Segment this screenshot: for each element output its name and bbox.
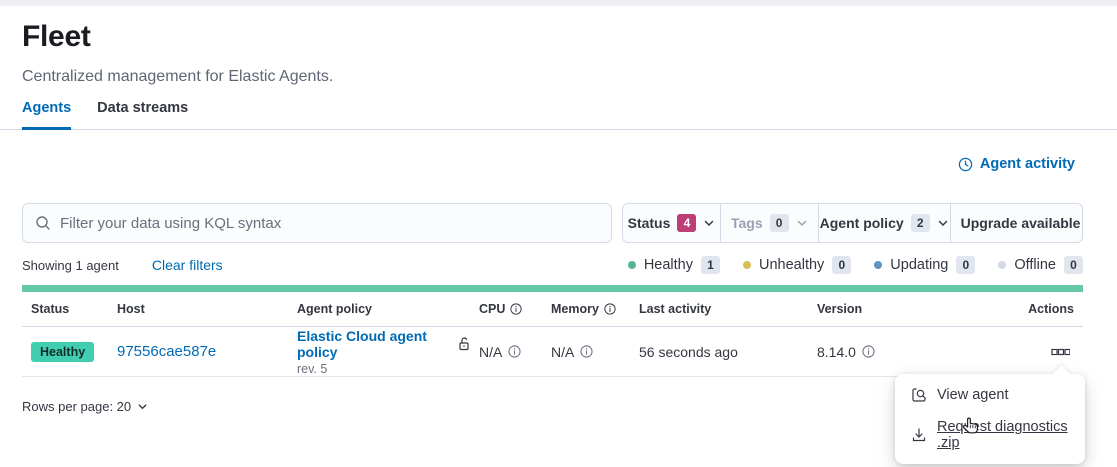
host-cell: 97556cae587e (108, 343, 288, 360)
chevron-down-icon (703, 217, 715, 229)
memory-value: N/A (551, 344, 574, 360)
col-version: Version (808, 302, 998, 316)
legend-unhealthy[interactable]: Unhealthy 0 (743, 256, 851, 274)
agent-activity-button[interactable]: Agent activity (958, 156, 1075, 172)
legend-updating[interactable]: Updating 0 (874, 256, 975, 274)
row-actions-button[interactable] (1047, 344, 1074, 360)
col-host: Host (108, 302, 288, 316)
filter-upgrade-available[interactable]: Upgrade available (951, 204, 1083, 242)
rows-per-page-button[interactable]: Rows per page: 20 (22, 399, 148, 414)
last-activity-cell: 56 seconds ago (630, 344, 808, 360)
status-cell: Healthy (22, 342, 108, 362)
filter-group: Status 4 Tags 0 Agent policy 2 Upgrade a… (622, 203, 1083, 243)
agents-health-bar (22, 285, 1083, 292)
version-cell: 8.14.0 (808, 344, 998, 360)
offline-dot-icon (998, 261, 1006, 269)
filter-upgrade-available-label: Upgrade available (961, 215, 1081, 231)
search-icon (35, 215, 51, 231)
legend-offline-label: Offline (1014, 257, 1056, 273)
updating-dot-icon (874, 261, 882, 269)
page-subtitle: Centralized management for Elastic Agent… (22, 68, 1095, 86)
memory-cell: N/A (542, 344, 630, 360)
menu-item-request-diagnostics[interactable]: Request diagnostics .zip (895, 411, 1085, 459)
filter-agent-policy[interactable]: Agent policy 2 (819, 204, 951, 242)
search-input[interactable] (60, 215, 599, 232)
page-title: Fleet (22, 20, 1095, 54)
download-icon (911, 427, 927, 443)
status-legend: Healthy 1 Unhealthy 0 Updating 0 Offline… (628, 256, 1083, 274)
chevron-down-icon (137, 401, 148, 412)
col-status: Status (22, 302, 108, 316)
legend-updating-count: 0 (956, 256, 975, 274)
filter-status-label: Status (628, 215, 671, 231)
agent-policy-count-badge: 2 (911, 214, 930, 232)
inspect-icon (911, 387, 927, 403)
legend-updating-label: Updating (890, 257, 948, 273)
host-link[interactable]: 97556cae587e (117, 343, 216, 360)
legend-unhealthy-count: 0 (832, 256, 851, 274)
version-value: 8.14.0 (817, 344, 856, 360)
legend-offline-count: 0 (1064, 256, 1083, 274)
tab-data-streams[interactable]: Data streams (97, 100, 188, 129)
info-icon[interactable] (862, 345, 875, 358)
info-icon[interactable] (580, 345, 593, 358)
menu-item-view-agent[interactable]: View agent (895, 379, 1085, 411)
healthy-dot-icon (628, 261, 636, 269)
col-memory: Memory (542, 302, 630, 316)
legend-healthy-count: 1 (701, 256, 720, 274)
boxes-horizontal-icon (1051, 348, 1070, 356)
request-diagnostics-label: Request diagnostics .zip (937, 419, 1069, 451)
chevron-down-icon (796, 217, 808, 229)
col-memory-label: Memory (551, 302, 599, 316)
row-actions-context-menu: View agent Request diagnostics .zip (895, 374, 1085, 464)
status-badge: Healthy (31, 342, 94, 362)
table-header-row: Status Host Agent policy CPU Memory Last… (22, 292, 1083, 327)
policy-revision: rev. 5 (297, 362, 327, 376)
agent-activity-label: Agent activity (980, 156, 1075, 172)
summary-row: Showing 1 agent Clear filters Healthy 1 … (22, 256, 1083, 274)
col-cpu: CPU (470, 302, 542, 316)
actions-cell (998, 344, 1083, 360)
col-agent-policy: Agent policy (288, 302, 470, 316)
col-cpu-label: CPU (479, 302, 505, 316)
kql-search-box[interactable] (22, 203, 612, 243)
col-actions: Actions (998, 302, 1083, 316)
info-icon[interactable] (510, 303, 522, 315)
showing-count-text: Showing 1 agent (22, 258, 119, 273)
cpu-value: N/A (479, 344, 502, 360)
tags-count-badge: 0 (770, 214, 789, 232)
col-last-activity: Last activity (630, 302, 808, 316)
tab-agents[interactable]: Agents (22, 100, 71, 130)
filter-tags-label: Tags (731, 215, 763, 231)
policy-cell: Elastic Cloud agent policy rev. 5 (288, 328, 470, 376)
info-icon[interactable] (508, 345, 521, 358)
cpu-cell: N/A (470, 344, 542, 360)
filter-tags[interactable]: Tags 0 (721, 204, 819, 242)
info-icon[interactable] (604, 303, 616, 315)
rows-per-page-label: Rows per page: 20 (22, 399, 131, 414)
legend-healthy-label: Healthy (644, 257, 693, 273)
lock-open-icon (458, 337, 470, 351)
table-row: Healthy 97556cae587e Elastic Cloud agent… (22, 327, 1083, 377)
chevron-down-icon (937, 217, 949, 229)
toolbar: Status 4 Tags 0 Agent policy 2 Upgrade a… (22, 203, 1083, 243)
agents-table: Status Host Agent policy CPU Memory Last… (22, 292, 1083, 377)
clear-filters-link[interactable]: Clear filters (152, 257, 223, 273)
view-agent-label: View agent (937, 387, 1008, 403)
legend-healthy[interactable]: Healthy 1 (628, 256, 720, 274)
page-header: Fleet Centralized management for Elastic… (0, 6, 1117, 86)
legend-unhealthy-label: Unhealthy (759, 257, 824, 273)
clock-icon (958, 157, 973, 172)
legend-offline[interactable]: Offline 0 (998, 256, 1083, 274)
unhealthy-dot-icon (743, 261, 751, 269)
tabs-bar: Agents Data streams (0, 100, 1117, 130)
filter-status[interactable]: Status 4 (623, 204, 721, 242)
filter-agent-policy-label: Agent policy (820, 215, 904, 231)
agent-policy-link[interactable]: Elastic Cloud agent policy (297, 328, 452, 360)
status-count-badge: 4 (677, 214, 696, 232)
